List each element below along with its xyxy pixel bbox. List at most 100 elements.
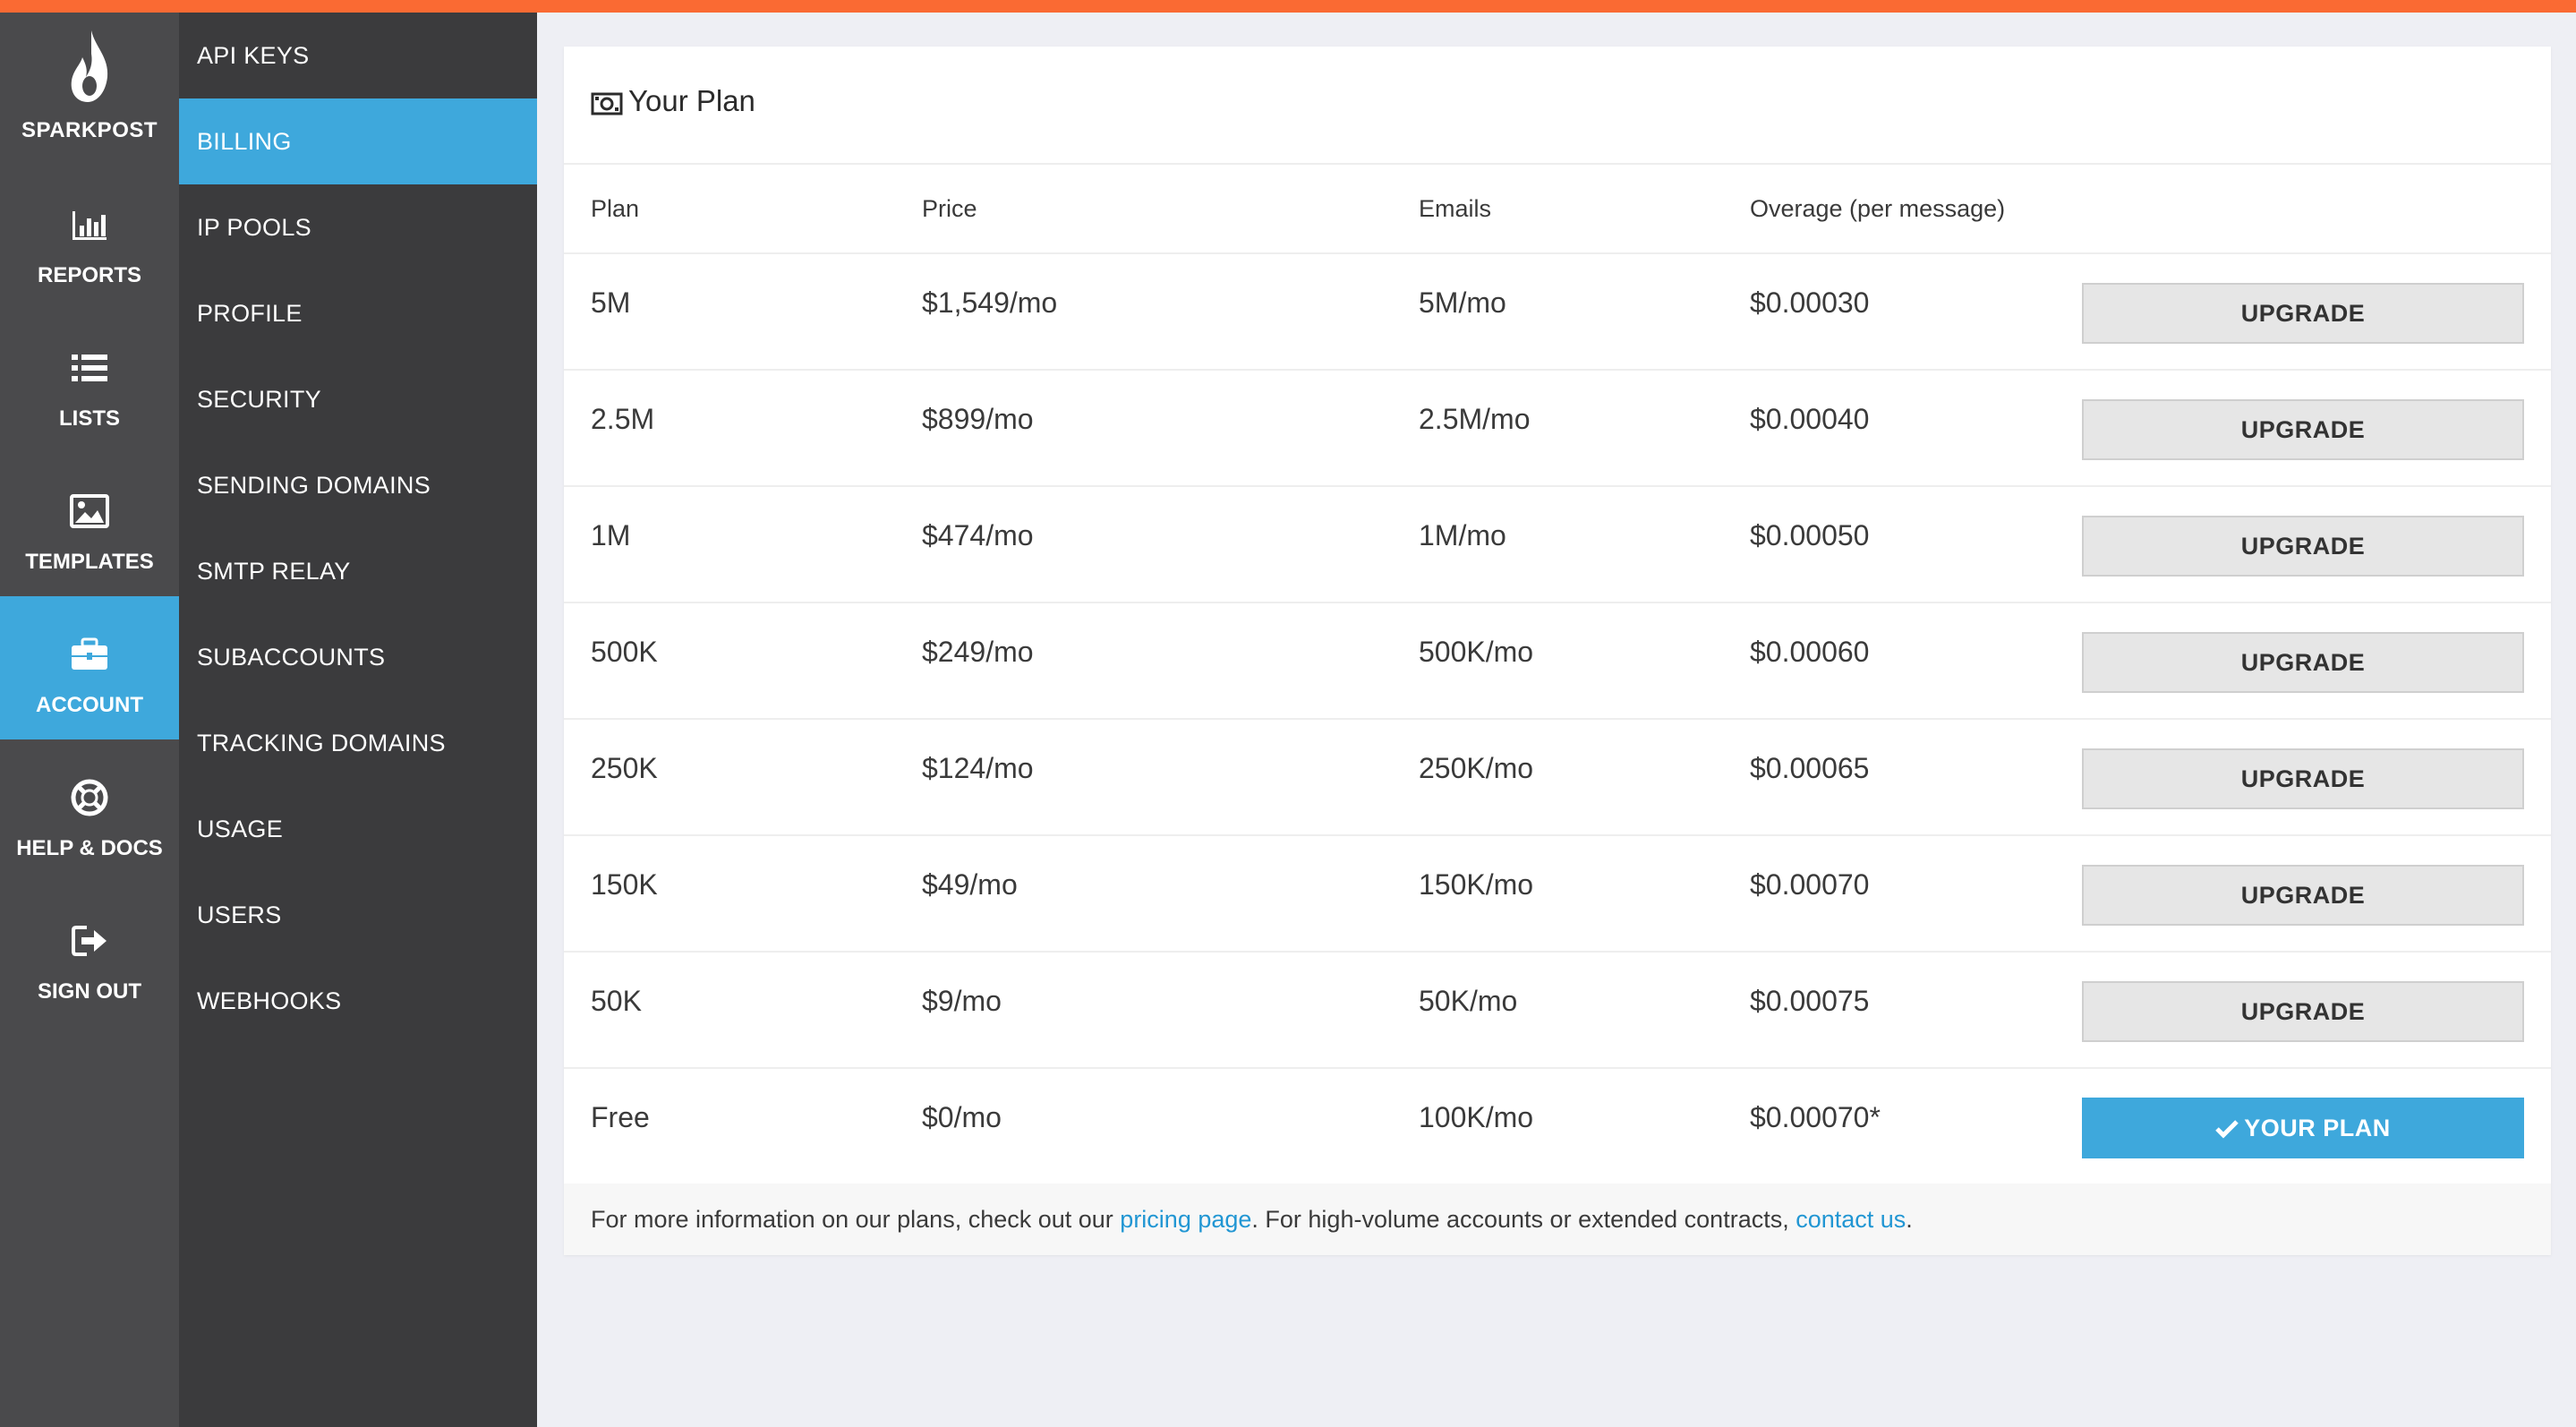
contact-us-link[interactable]: contact us xyxy=(1796,1206,1906,1233)
subnav-ip-pools[interactable]: IP POOLS xyxy=(179,184,537,270)
plan-price: $124/mo xyxy=(922,752,1034,784)
plan-price: $9/mo xyxy=(922,985,1002,1017)
table-row: 50K $9/mo 50K/mo $0.00075 UPGRADE xyxy=(564,953,2551,1069)
plan-price: $0/mo xyxy=(922,1101,1002,1133)
card-header: Your Plan xyxy=(564,47,2551,165)
nav-reports-label: REPORTS xyxy=(37,263,141,287)
card-footer: For more information on our plans, check… xyxy=(564,1183,2551,1255)
plan-emails: 250K/mo xyxy=(1419,752,1534,784)
plan-emails: 150K/mo xyxy=(1419,868,1534,901)
nav-help-docs-label: HELP & DOCS xyxy=(16,836,163,860)
plan-name: 250K xyxy=(591,752,658,784)
plan-overage: $0.00065 xyxy=(1750,752,1870,784)
card-title: Your Plan xyxy=(628,84,755,117)
top-accent-bar xyxy=(0,0,2576,13)
upgrade-button[interactable]: UPGRADE xyxy=(2082,399,2524,460)
column-header-plan: Plan xyxy=(591,195,640,222)
table-row: 2.5M $899/mo 2.5M/mo $0.00040 UPGRADE xyxy=(564,371,2551,487)
table-row: Free $0/mo 100K/mo $0.00070* YOUR PLAN xyxy=(564,1069,2551,1183)
plan-price: $1,549/mo xyxy=(922,286,1058,319)
your-plan-button[interactable]: YOUR PLAN xyxy=(2082,1098,2524,1158)
plan-emails: 2.5M/mo xyxy=(1419,403,1531,435)
nav-sign-out[interactable]: SIGN OUT xyxy=(0,883,179,1026)
nav-templates[interactable]: TEMPLATES xyxy=(0,453,179,596)
plan-emails: 1M/mo xyxy=(1419,519,1506,551)
your-plan-label: YOUR PLAN xyxy=(2244,1114,2391,1141)
upgrade-button[interactable]: UPGRADE xyxy=(2082,516,2524,577)
subnav-users[interactable]: USERS xyxy=(179,872,537,958)
column-header-price: Price xyxy=(922,195,977,222)
column-header-overage: Overage (per message) xyxy=(1750,195,2006,222)
table-row: 150K $49/mo 150K/mo $0.00070 UPGRADE xyxy=(564,836,2551,953)
table-row: 1M $474/mo 1M/mo $0.00050 UPGRADE xyxy=(564,487,2551,603)
plan-name: 500K xyxy=(591,636,658,668)
pricing-page-link[interactable]: pricing page xyxy=(1120,1206,1251,1233)
plan-overage: $0.00075 xyxy=(1750,985,1870,1017)
plan-name: 1M xyxy=(591,519,631,551)
nav-sign-out-label: SIGN OUT xyxy=(37,979,141,1004)
bar-chart-icon xyxy=(73,211,107,240)
subnav-profile[interactable]: PROFILE xyxy=(179,270,537,356)
nav-account[interactable]: ACCOUNT xyxy=(0,596,179,739)
image-icon xyxy=(70,494,109,528)
table-row: 500K $249/mo 500K/mo $0.00060 UPGRADE xyxy=(564,603,2551,720)
flame-logo-icon xyxy=(71,30,108,102)
subnav-api-keys[interactable]: API KEYS xyxy=(179,13,537,98)
plan-overage: $0.00040 xyxy=(1750,403,1870,435)
money-icon xyxy=(591,92,623,115)
subnav-smtp-relay[interactable]: SMTP RELAY xyxy=(179,528,537,614)
nav-lists-label: LISTS xyxy=(58,406,120,431)
footer-text-middle: . For high-volume accounts or extended c… xyxy=(1251,1206,1796,1233)
subnav-usage[interactable]: USAGE xyxy=(179,786,537,872)
subnav-security[interactable]: SECURITY xyxy=(179,356,537,442)
plan-price: $49/mo xyxy=(922,868,1018,901)
nav-account-label: ACCOUNT xyxy=(36,693,143,717)
upgrade-button[interactable]: UPGRADE xyxy=(2082,865,2524,926)
plan-overage: $0.00030 xyxy=(1750,286,1870,319)
checkmark-icon xyxy=(2215,1119,2239,1139)
plan-overage: $0.00070 xyxy=(1750,868,1870,901)
lifebuoy-icon xyxy=(71,779,108,816)
upgrade-button[interactable]: UPGRADE xyxy=(2082,283,2524,344)
subnav-billing[interactable]: BILLING xyxy=(179,98,537,184)
plan-emails: 5M/mo xyxy=(1419,286,1506,319)
list-icon xyxy=(72,355,107,381)
plan-name: Free xyxy=(591,1101,650,1133)
brand-name: SPARKPOST xyxy=(21,118,158,142)
nav-lists[interactable]: LISTS xyxy=(0,310,179,453)
briefcase-icon xyxy=(72,637,107,670)
upgrade-button[interactable]: UPGRADE xyxy=(2082,632,2524,693)
plan-name: 2.5M xyxy=(591,403,655,435)
footer-text-before: For more information on our plans, check… xyxy=(591,1206,1121,1233)
upgrade-button[interactable]: UPGRADE xyxy=(2082,981,2524,1042)
plan-name: 50K xyxy=(591,985,642,1017)
subnav-subaccounts[interactable]: SUBACCOUNTS xyxy=(179,614,537,700)
plan-name: 5M xyxy=(591,286,631,319)
plan-overage: $0.00070* xyxy=(1750,1101,1881,1133)
nav-reports[interactable]: REPORTS xyxy=(0,167,179,310)
primary-nav: SPARKPOST REPORTS LISTS TEMPLATES ACCOUN… xyxy=(0,13,179,1427)
plan-emails: 100K/mo xyxy=(1419,1101,1534,1133)
plan-emails: 50K/mo xyxy=(1419,985,1518,1017)
upgrade-button[interactable]: UPGRADE xyxy=(2082,748,2524,809)
subnav-tracking-domains[interactable]: TRACKING DOMAINS xyxy=(179,700,537,786)
plan-card: Your Plan Plan Price Emails Overage (per… xyxy=(564,47,2551,1255)
sign-out-icon xyxy=(72,926,107,956)
plan-overage: $0.00050 xyxy=(1750,519,1870,551)
footer-text-after: . xyxy=(1906,1206,1913,1233)
plan-price: $249/mo xyxy=(922,636,1034,668)
plan-name: 150K xyxy=(591,868,658,901)
subnav-sending-domains[interactable]: SENDING DOMAINS xyxy=(179,442,537,528)
nav-templates-label: TEMPLATES xyxy=(25,550,154,574)
secondary-nav: API KEYS BILLING IP POOLS PROFILE SECURI… xyxy=(179,13,537,1427)
table-row: 250K $124/mo 250K/mo $0.00065 UPGRADE xyxy=(564,720,2551,836)
plan-price: $899/mo xyxy=(922,403,1034,435)
column-header-emails: Emails xyxy=(1419,195,1492,222)
table-header: Plan Price Emails Overage (per message) xyxy=(564,165,2551,254)
plan-emails: 500K/mo xyxy=(1419,636,1534,668)
nav-help-docs[interactable]: HELP & DOCS xyxy=(0,739,179,883)
table-row: 5M $1,549/mo 5M/mo $0.00030 UPGRADE xyxy=(564,254,2551,371)
plan-price: $474/mo xyxy=(922,519,1034,551)
brand[interactable]: SPARKPOST xyxy=(0,13,179,165)
subnav-webhooks[interactable]: WEBHOOKS xyxy=(179,958,537,1044)
